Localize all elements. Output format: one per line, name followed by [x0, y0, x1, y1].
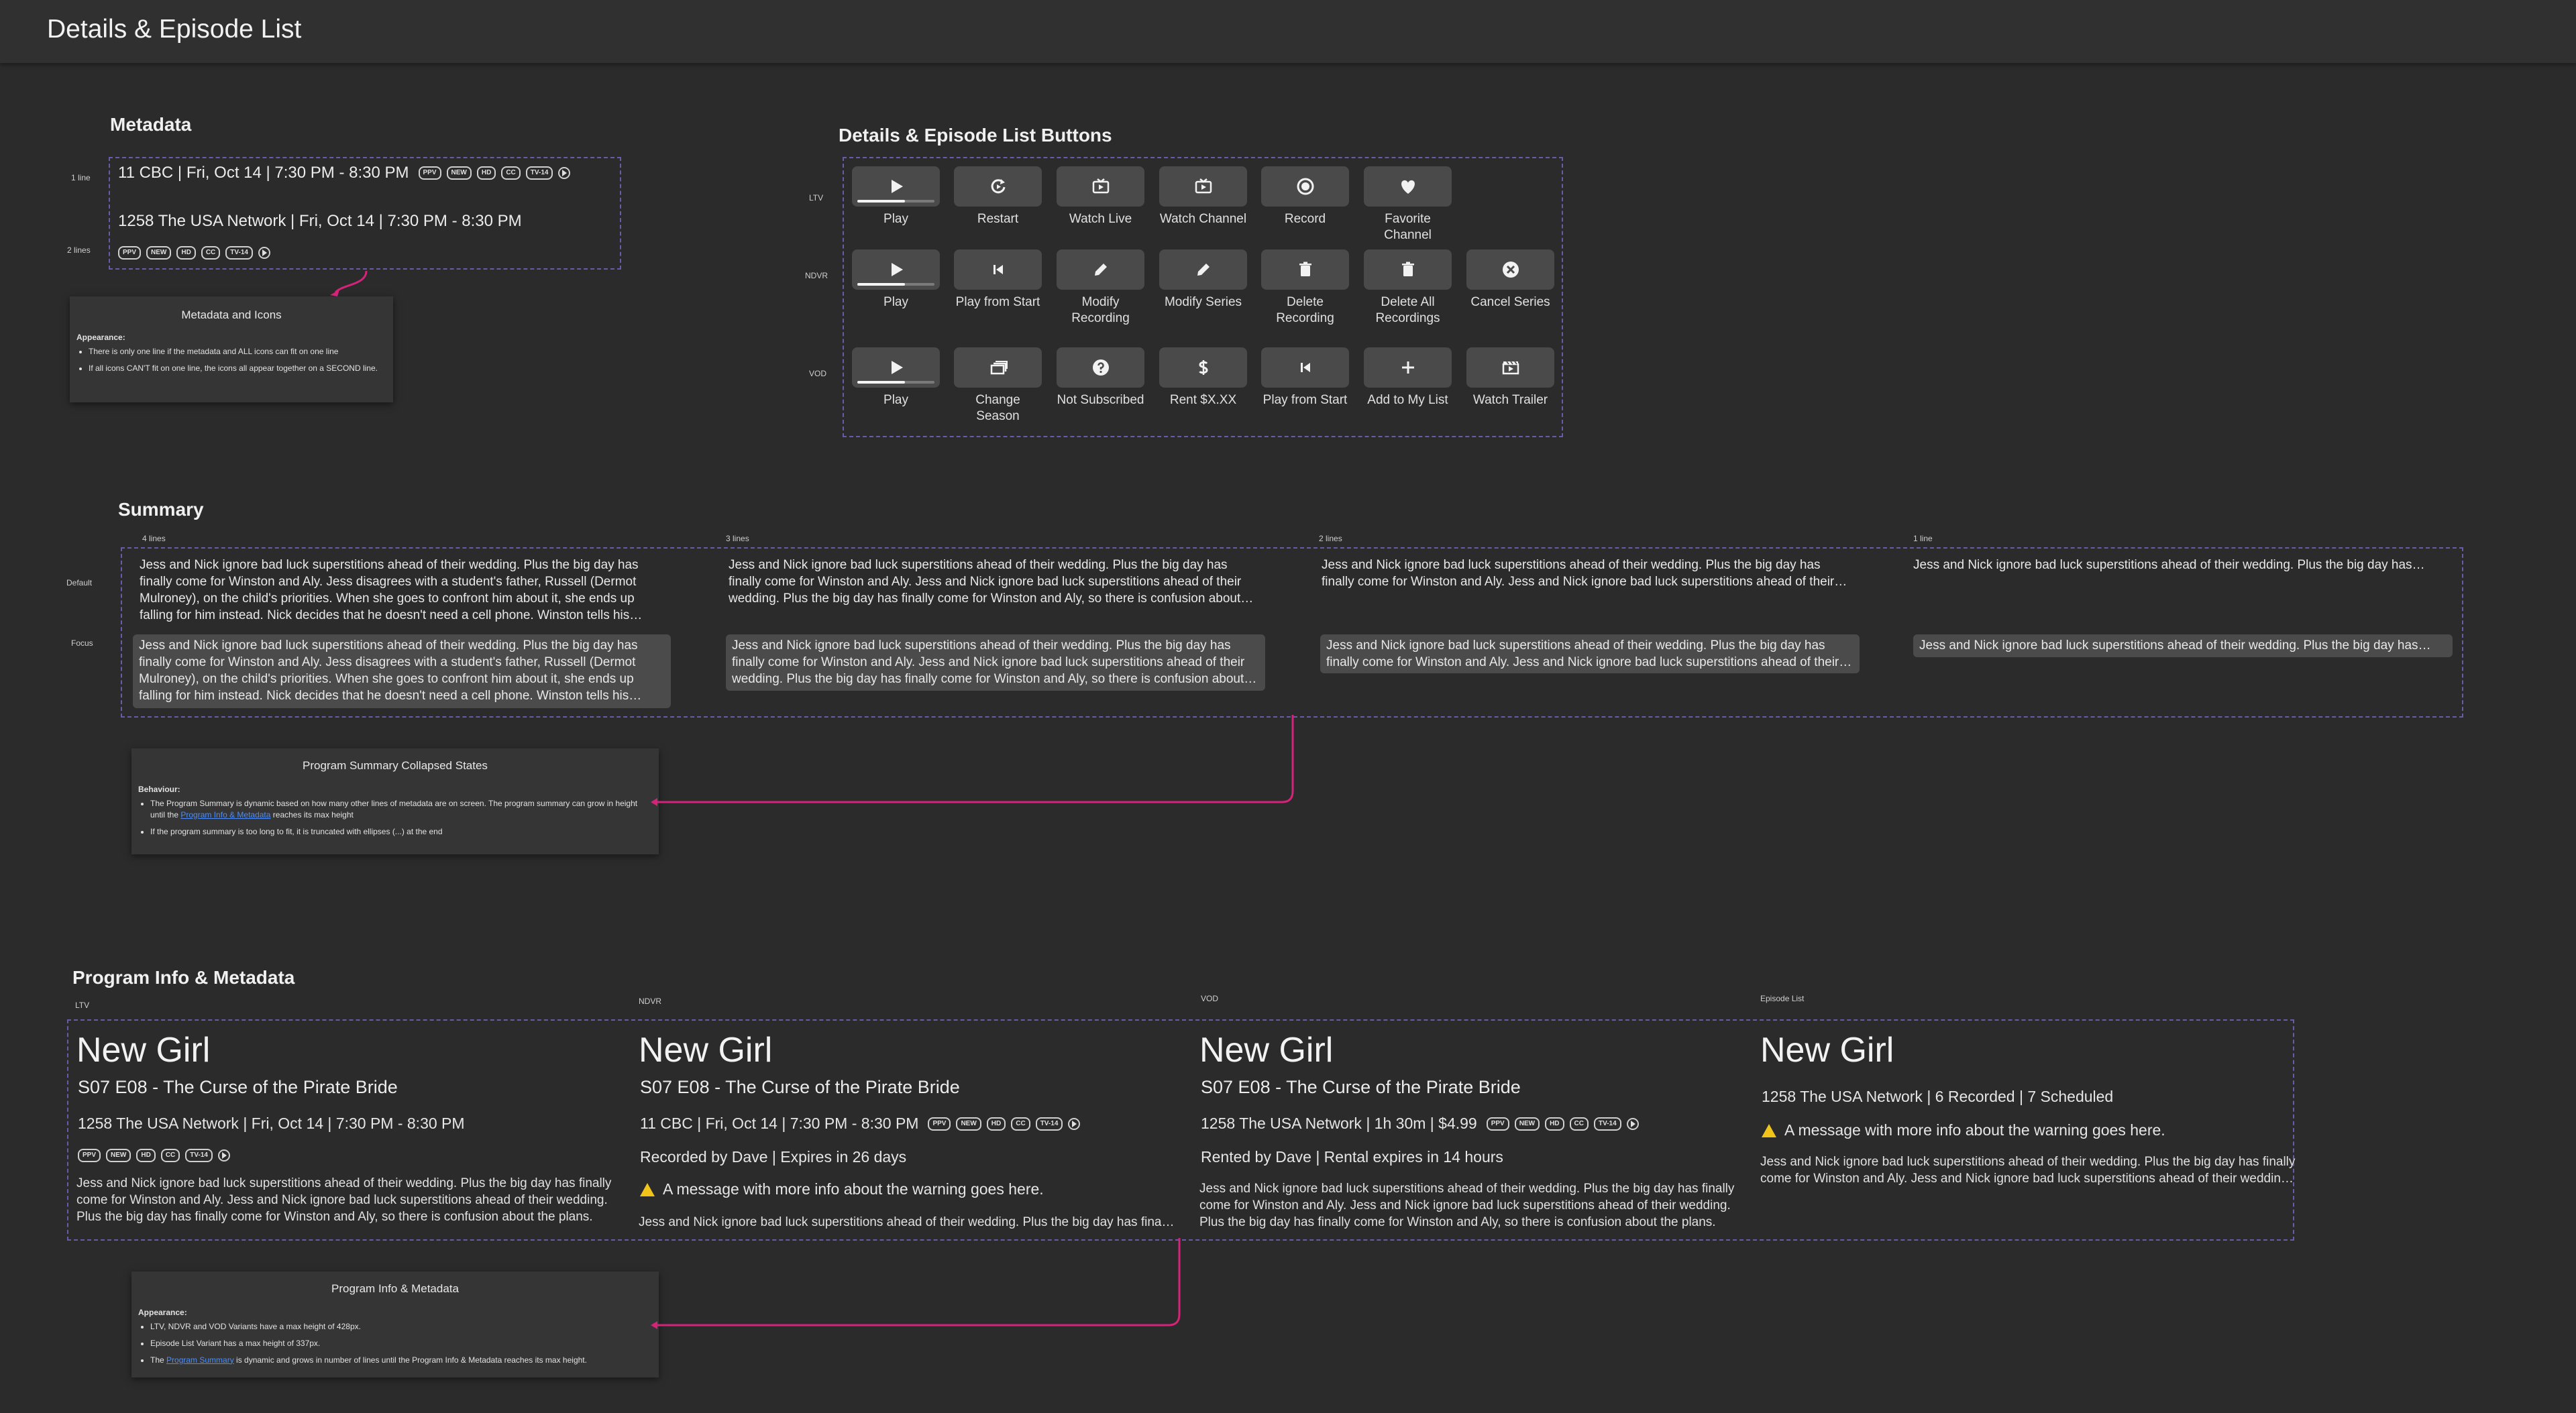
connector-summary: [657, 715, 1294, 803]
connector-arrowhead: [330, 290, 339, 296]
connector-arrowhead: [651, 1321, 657, 1329]
connector-lines: [330, 270, 1294, 1329]
connector-metadata: [334, 270, 368, 294]
connector-program-info: [657, 1238, 1181, 1326]
connector-arrowhead: [651, 798, 657, 806]
